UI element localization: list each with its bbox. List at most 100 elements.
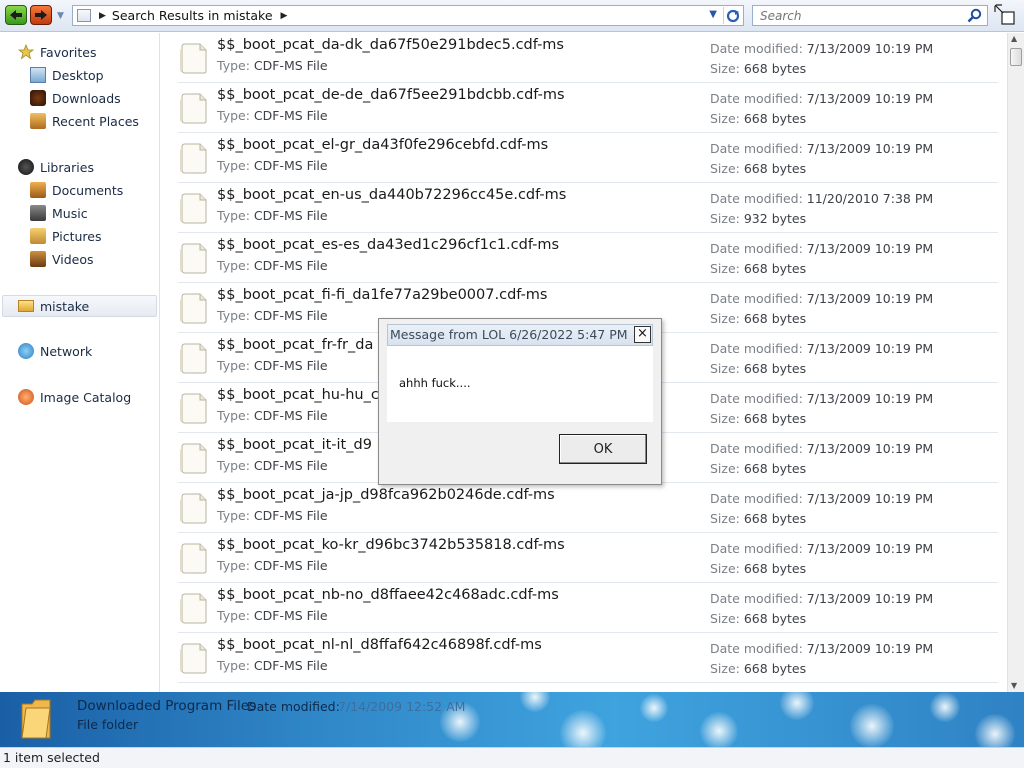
file-name[interactable]: $$_boot_pcat_es-es_da43ed1c296cf1c1.cdf-… [217,237,559,253]
address-dropdown-icon[interactable]: ▼ [709,9,717,20]
recent-pages-dropdown[interactable]: ▼ [57,11,64,21]
nav-libraries[interactable]: Libraries [18,157,94,177]
file-type-field: Type: CDF-MS File [217,308,328,323]
file-size-label: Size: [710,661,740,676]
window-icon[interactable] [994,4,1016,26]
breadcrumb-chevron-icon[interactable]: ▶ [99,11,106,21]
file-name[interactable]: $$_boot_pcat_it-it_d9 [217,437,372,453]
file-size: 668 bytes [743,111,807,126]
forward-button[interactable] [30,5,52,25]
file-name[interactable]: $$_boot_pcat_en-us_da440b72296cc45e.cdf-… [217,187,566,203]
selected-item-date: 7/14/2009 12:52 AM [338,699,466,714]
file-name[interactable]: $$_boot_pcat_de-de_da67f5ee291bdcbb.cdf-… [217,87,565,103]
file-type-label: Type: [217,608,250,623]
nav-videos[interactable]: Videos [30,249,94,269]
scrollbar-thumb[interactable] [1010,48,1022,66]
file-date-label: Date modified: [710,391,803,406]
file-type: CDF-MS File [253,658,328,673]
file-date: 7/13/2009 10:19 PM [806,541,934,556]
file-type: CDF-MS File [253,258,328,273]
file-date: 7/13/2009 10:19 PM [806,641,934,656]
file-date: 7/13/2009 10:19 PM [806,291,934,306]
pictures-icon [30,228,46,244]
file-name[interactable]: $$_boot_pcat_ja-jp_d98fca962b0246de.cdf-… [217,487,555,503]
file-type-label: Type: [217,358,250,373]
bubble-decoration [700,712,738,747]
search-box[interactable] [752,5,988,26]
nav-downloads[interactable]: Downloads [30,88,121,108]
nav-label: Documents [52,182,124,198]
refresh-button[interactable] [723,7,741,24]
star-icon [18,44,34,60]
file-size-label: Size: [710,561,740,576]
file-name[interactable]: $$_boot_pcat_da-dk_da67f50e291bdec5.cdf-… [217,37,564,53]
network-icon [18,343,34,359]
search-icon[interactable] [967,8,982,23]
file-date-label: Date modified: [710,141,803,156]
scroll-up-arrow-icon[interactable]: ▲ [1011,34,1017,43]
nav-image-catalog[interactable]: Image Catalog [18,387,131,407]
dialog-titlebar[interactable]: Message from LOL 6/26/2022 5:47 PM × [387,324,653,346]
file-name[interactable]: $$_boot_pcat_hu-hu_c [217,387,379,403]
dialog-title: Message from LOL 6/26/2022 5:47 PM [390,327,628,342]
nav-network[interactable]: Network [18,341,92,361]
status-bar: 1 item selected [0,747,1024,768]
file-row[interactable]: $$_boot_pcat_es-es_da43ed1c296cf1c1.cdf-… [178,233,998,283]
search-input[interactable] [760,8,960,23]
dialog-close-button[interactable]: × [634,326,651,343]
file-date-field: Date modified: 7/13/2009 10:19 PM [710,141,933,156]
file-type: CDF-MS File [253,358,328,373]
folder-icon [18,300,34,312]
nav-desktop[interactable]: Desktop [30,65,104,85]
back-button[interactable] [5,5,27,25]
file-name[interactable]: $$_boot_pcat_nl-nl_d8ffaf642c46898f.cdf-… [217,637,542,653]
file-row[interactable]: $$_boot_pcat_de-de_da67f5ee291bdcbb.cdf-… [178,83,998,133]
file-size: 668 bytes [743,511,807,526]
file-row[interactable]: $$_boot_pcat_nb-no_d8ffaee42c468adc.cdf-… [178,583,998,633]
nav-recent-places[interactable]: Recent Places [30,111,139,131]
file-row[interactable]: $$_boot_pcat_en-us_da440b72296cc45e.cdf-… [178,183,998,233]
file-date: 7/13/2009 10:19 PM [806,391,934,406]
breadcrumb-chevron-icon[interactable]: ▶ [281,11,288,21]
nav-music[interactable]: Music [30,203,88,223]
file-type-field: Type: CDF-MS File [217,508,328,523]
nav-label: Image Catalog [40,389,132,405]
file-icon [180,493,207,524]
file-size-label: Size: [710,61,740,76]
nav-pictures[interactable]: Pictures [30,226,102,246]
file-name[interactable]: $$_boot_pcat_nb-no_d8ffaee42c468adc.cdf-… [217,587,559,603]
file-name[interactable]: $$_boot_pcat_ko-kr_d96bc3742b535818.cdf-… [217,537,565,553]
file-name[interactable]: $$_boot_pcat_fi-fi_da1fe77a29be0007.cdf-… [217,287,548,303]
file-icon [180,393,207,424]
file-name[interactable]: $$_boot_pcat_el-gr_da43f0fe296cebfd.cdf-… [217,137,548,153]
file-row[interactable]: $$_boot_pcat_nl-nl_d8ffaf642c46898f.cdf-… [178,633,998,683]
file-date-field: Date modified: 7/13/2009 10:19 PM [710,491,933,506]
vertical-scrollbar[interactable]: ▲ ▼ [1007,33,1024,692]
details-pane: Downloaded Program Files Date modified: … [0,692,1024,747]
file-date-label: Date modified: [710,591,803,606]
file-type: CDF-MS File [253,208,328,223]
nav-label: Favorites [40,44,97,60]
ok-button[interactable]: OK [559,434,647,464]
file-date-label: Date modified: [710,641,803,656]
file-type-field: Type: CDF-MS File [217,258,328,273]
file-row[interactable]: $$_boot_pcat_ko-kr_d96bc3742b535818.cdf-… [178,533,998,583]
file-date-field: Date modified: 7/13/2009 10:19 PM [710,641,933,656]
file-date-label: Date modified: [710,541,803,556]
file-icon [180,293,207,324]
nav-documents[interactable]: Documents [30,180,123,200]
file-size: 668 bytes [743,161,807,176]
address-bar[interactable]: ▶ Search Results in mistake ▶ ▼ [72,5,744,26]
nav-label: Music [52,205,88,221]
file-name[interactable]: $$_boot_pcat_fr-fr_da [217,337,373,353]
scroll-down-arrow-icon[interactable]: ▼ [1011,681,1017,690]
nav-label: Pictures [52,228,102,244]
file-icon [180,243,207,274]
file-row[interactable]: $$_boot_pcat_el-gr_da43f0fe296cebfd.cdf-… [178,133,998,183]
file-row[interactable]: $$_boot_pcat_da-dk_da67f50e291bdec5.cdf-… [178,33,998,83]
breadcrumb-path[interactable]: Search Results in mistake [112,8,273,23]
nav-favorites[interactable]: Favorites [18,42,96,62]
file-row[interactable]: $$_boot_pcat_ja-jp_d98fca962b0246de.cdf-… [178,483,998,533]
file-type-field: Type: CDF-MS File [217,208,328,223]
nav-folder-mistake[interactable]: mistake [18,296,89,316]
